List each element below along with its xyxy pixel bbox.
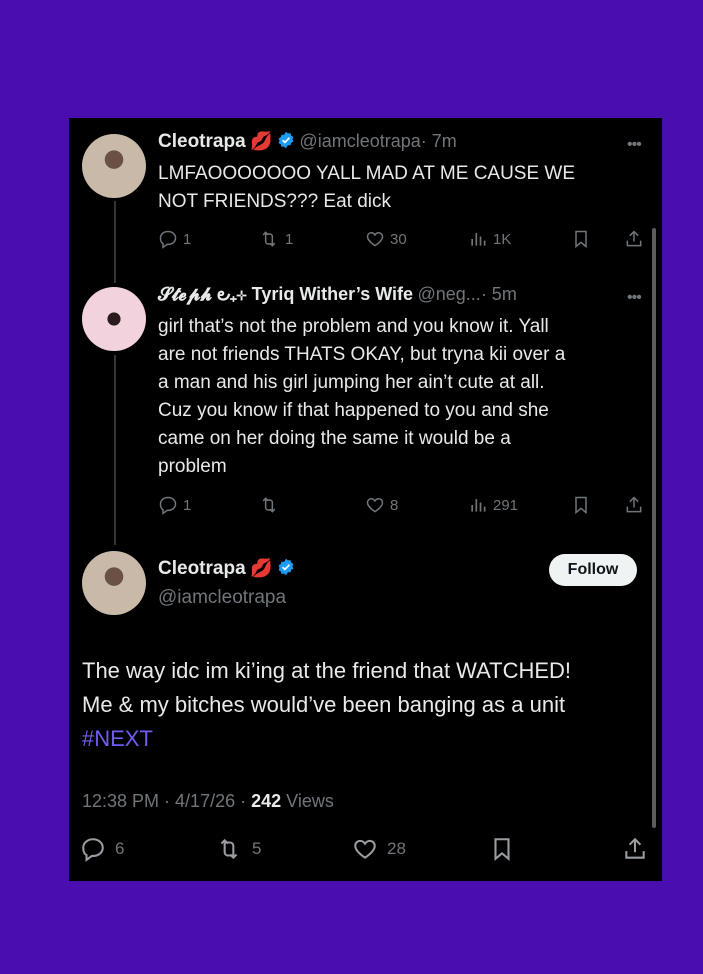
share-icon bbox=[626, 496, 642, 513]
views-icon bbox=[471, 233, 486, 246]
repost-icon bbox=[220, 838, 238, 860]
share-button[interactable] bbox=[624, 495, 644, 515]
handle[interactable]: @iamcleotrapa bbox=[158, 587, 286, 609]
avatar[interactable] bbox=[82, 287, 146, 351]
repost-icon bbox=[262, 231, 276, 247]
tweet-header: Cleotrapa 💋 @iamcleotrapa· 7m bbox=[158, 131, 457, 154]
reply-button[interactable]: 1 bbox=[158, 495, 191, 515]
tweet-metadata: 12:38 PM · 4/17/26 · 242 Views bbox=[82, 791, 334, 812]
timestamp[interactable]: 12:38 PM · 4/17/26 · bbox=[82, 791, 246, 811]
like-button[interactable]: 28 bbox=[352, 836, 406, 862]
heart-icon bbox=[366, 231, 384, 247]
tweet-time: · 7m bbox=[420, 131, 457, 151]
more-icon[interactable]: ••• bbox=[627, 136, 642, 154]
main-author: Cleotrapa 💋 bbox=[158, 558, 295, 581]
views-button[interactable]: 1K bbox=[468, 229, 511, 249]
verified-badge-icon bbox=[277, 131, 295, 154]
tweet-header: 𝓢𝓽𝓮𝓹𝓱 ౿₊⊹ Tyriq Wither’s Wife @neg...· 5… bbox=[158, 284, 517, 309]
follow-button[interactable]: Follow bbox=[549, 554, 637, 586]
heart-icon bbox=[366, 497, 384, 513]
thread-line bbox=[114, 355, 116, 545]
handle[interactable]: @iamcleotrapa bbox=[299, 131, 420, 151]
views-icon bbox=[471, 499, 486, 512]
like-button[interactable]: 8 bbox=[365, 495, 398, 515]
handle[interactable]: @neg... bbox=[418, 284, 481, 304]
share-button[interactable] bbox=[624, 229, 644, 249]
reply-icon bbox=[159, 496, 177, 515]
thread-line bbox=[114, 201, 116, 283]
views-label: Views bbox=[286, 791, 334, 811]
bookmark-icon bbox=[575, 230, 587, 249]
reply-icon bbox=[159, 230, 177, 249]
avatar[interactable] bbox=[82, 134, 146, 198]
reply-icon bbox=[82, 838, 104, 862]
share-button[interactable] bbox=[622, 836, 648, 862]
lips-emoji: 💋 bbox=[250, 558, 273, 578]
like-button[interactable]: 30 bbox=[365, 229, 407, 249]
reply-button[interactable]: 6 bbox=[80, 836, 124, 862]
bookmark-button[interactable] bbox=[489, 836, 515, 862]
tweet-time: · 5m bbox=[480, 284, 517, 304]
share-icon bbox=[626, 230, 642, 247]
views-button[interactable]: 291 bbox=[468, 495, 518, 515]
bookmark-button[interactable] bbox=[571, 495, 591, 515]
display-name[interactable]: Cleotrapa bbox=[158, 558, 246, 579]
verified-badge-icon bbox=[277, 558, 295, 581]
lips-emoji: 💋 bbox=[250, 131, 273, 151]
bookmark-icon bbox=[494, 838, 510, 861]
bookmark-icon bbox=[575, 496, 587, 515]
bookmark-button[interactable] bbox=[571, 229, 591, 249]
repost-icon bbox=[262, 497, 276, 513]
views-count: 242 bbox=[251, 791, 282, 811]
repost-button[interactable] bbox=[258, 495, 280, 515]
repost-button[interactable]: 5 bbox=[215, 836, 261, 862]
repost-button[interactable]: 1 bbox=[258, 229, 293, 249]
hashtag-link[interactable]: #NEXT bbox=[82, 722, 647, 756]
display-name[interactable]: 𝓢𝓽𝓮𝓹𝓱 ౿₊⊹ Tyriq Wither’s Wife bbox=[158, 284, 413, 304]
reply-button[interactable]: 1 bbox=[158, 229, 191, 249]
scrollbar[interactable] bbox=[652, 228, 656, 828]
tweet-text: girl that’s not the problem and you know… bbox=[158, 316, 566, 477]
main-tweet-text: The way idc im ki’ing at the friend that… bbox=[82, 654, 647, 756]
tweet-text: LMFAOOOOOOO YALL MAD AT ME CAUSE WE NOT … bbox=[158, 163, 576, 212]
avatar[interactable] bbox=[82, 551, 146, 615]
share-icon bbox=[625, 837, 645, 859]
display-name[interactable]: Cleotrapa bbox=[158, 131, 246, 152]
more-icon[interactable]: ••• bbox=[627, 289, 642, 307]
heart-icon bbox=[354, 839, 376, 859]
